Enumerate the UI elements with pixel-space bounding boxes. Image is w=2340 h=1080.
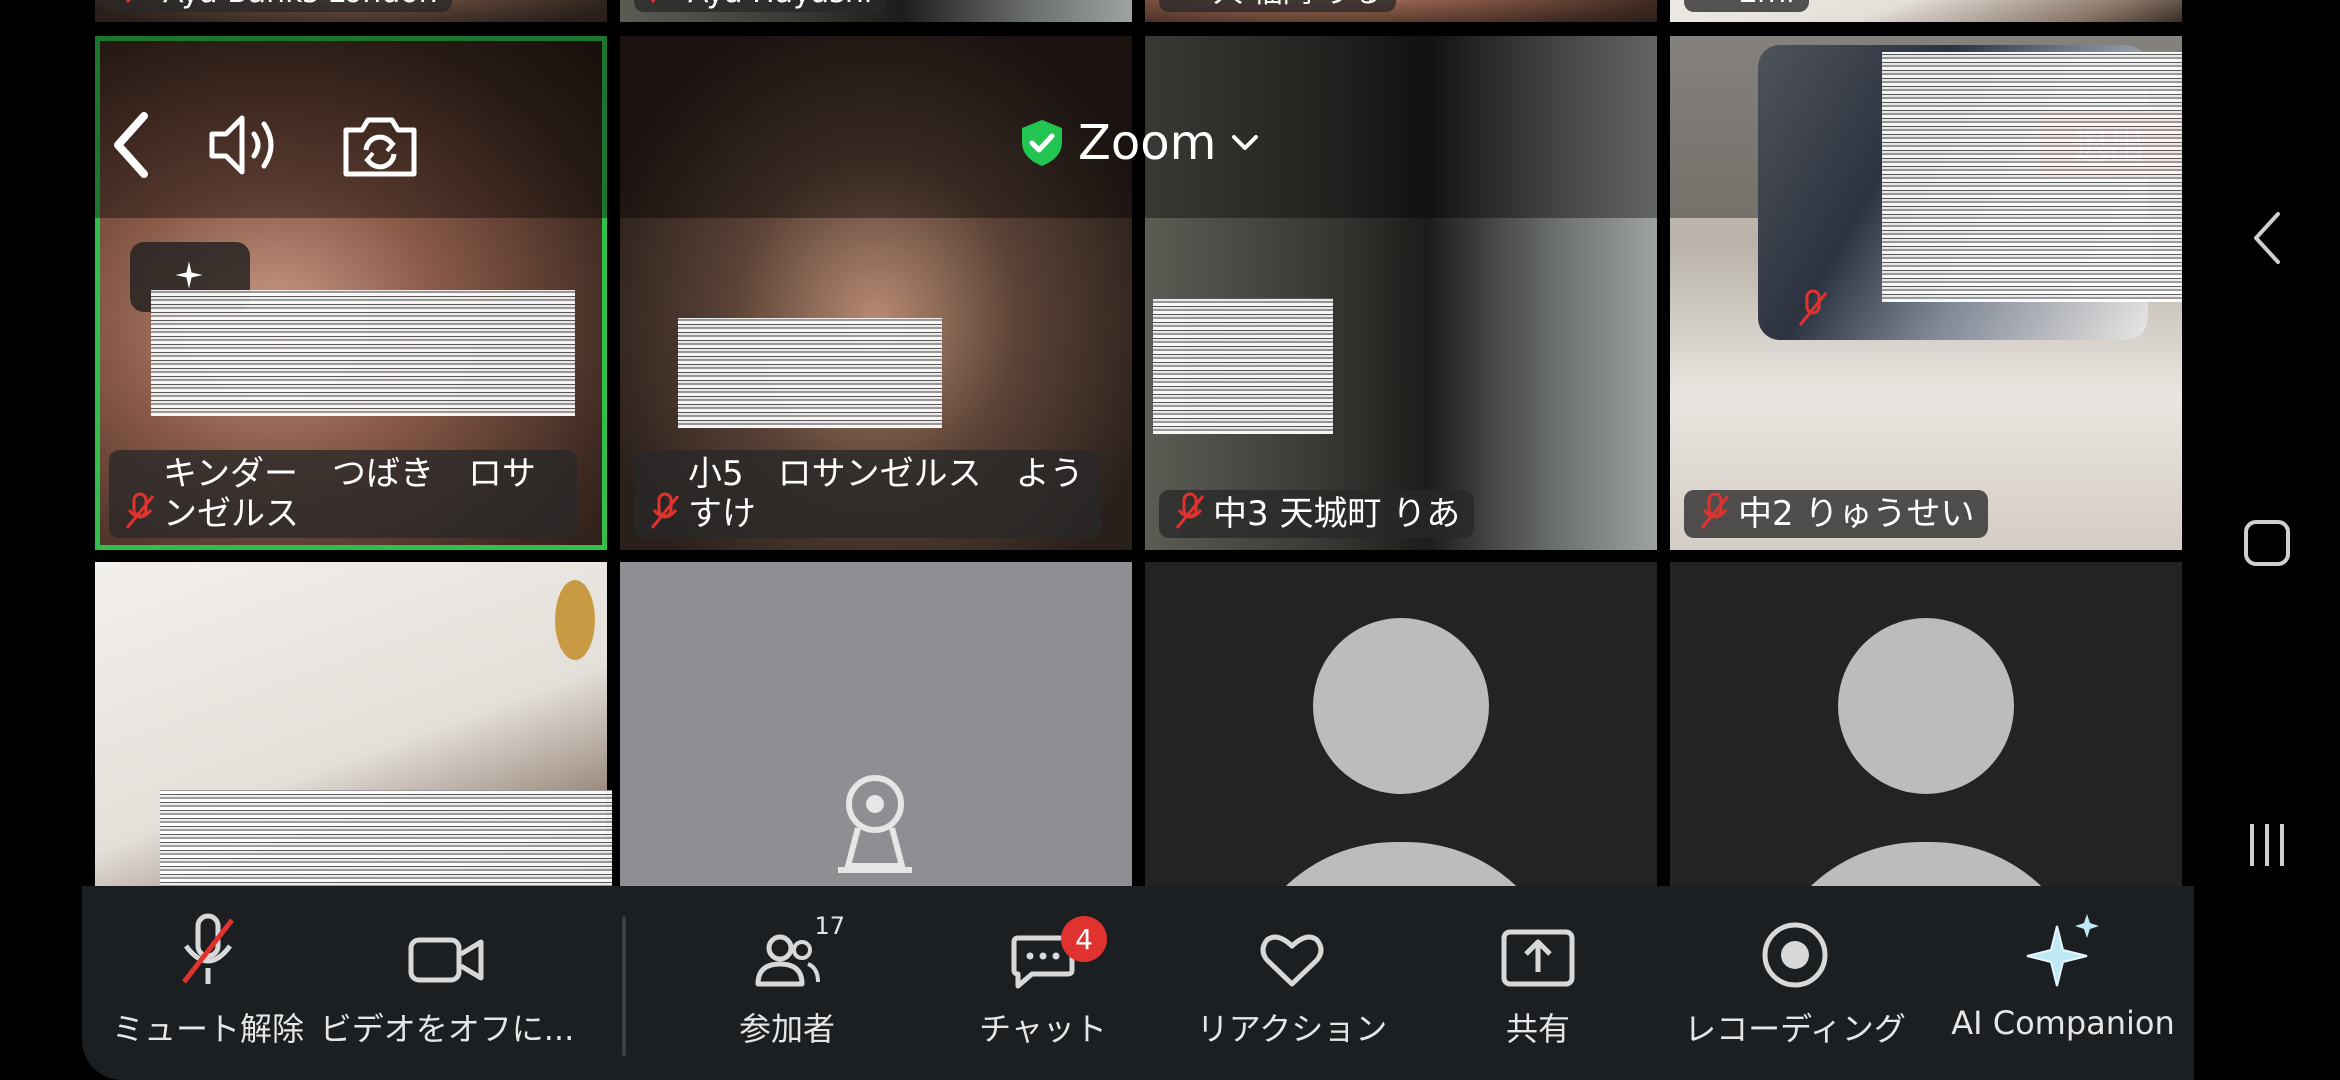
share-label: 共有 [1505,1010,1570,1048]
speaker-icon[interactable] [206,110,286,180]
nav-home-button[interactable] [2194,518,2340,568]
participant-name-label: 中3 天城町 りあ [1159,490,1475,538]
back-chevron-icon[interactable] [110,110,150,180]
mic-muted-icon [1175,492,1205,529]
unmute-label: ミュート解除 [112,1010,305,1048]
recents-icon [2250,824,2284,866]
record-icon [1762,922,1828,988]
toolbar-divider [622,916,626,1056]
mic-muted-icon [650,492,680,529]
mic-muted-icon [650,0,656,3]
switch-camera-icon[interactable] [340,112,420,182]
reactions-button[interactable]: リアクション [1192,886,1392,1080]
participants-button[interactable]: 17 参加者 [712,886,862,1080]
video-tile-camera-off[interactable] [620,562,1132,902]
mic-muted-icon [182,913,234,984]
recording-label: レコーディング [1684,1010,1906,1048]
share-screen-icon [1501,929,1575,987]
video-camera-icon [408,937,484,983]
chat-unread-badge: 4 [1061,916,1107,962]
chat-button[interactable]: 4 チャット [968,886,1118,1080]
name-label: Emi [1684,0,1809,12]
participant-name-label: 小5 ロサンゼルス ようすけ [634,450,1102,538]
avatar-head-icon [1313,618,1489,794]
redacted-region [1153,298,1333,434]
sparkle-icon [2026,914,2099,987]
participant-name-label: 中2 りゅうせい [1684,490,1989,538]
avatar-head-icon [1838,618,2014,794]
chat-label: チャット [979,1010,1107,1048]
meeting-title-text: Zoom [1078,115,1217,171]
chevron-down-icon [1232,135,1259,150]
participants-label: 参加者 [738,1010,835,1048]
zoom-meeting-window: Aya Banks London Aya Hayashi 人 福岡 りる Emi… [0,0,2194,1080]
video-tile-top-2[interactable]: Aya Hayashi [620,0,1132,22]
mic-muted-icon [1700,492,1730,529]
mic-muted-icon [1798,289,1828,326]
video-tile-top-4[interactable]: Emi [1670,0,2182,22]
participant-name-label: キンダー つばき ロサンゼルス [109,450,577,538]
participants-icon [755,934,820,987]
share-button[interactable]: 共有 [1478,886,1598,1080]
nav-recents-button[interactable] [2194,820,2340,870]
recording-button[interactable]: レコーディング [1684,886,1906,1080]
video-label: ビデオをオフに... [319,1010,575,1048]
name-label: 人 福岡 りる [1159,0,1397,12]
reactions-label: リアクション [1196,1010,1388,1048]
redacted-region [678,318,942,428]
participants-count: 17 [814,912,845,940]
video-tile-avatar-2[interactable] [1670,562,2182,902]
redacted-region [151,290,575,416]
nav-back-button[interactable] [2194,210,2340,266]
unmute-button[interactable]: ミュート解除 [112,886,304,1080]
android-nav-bar [2194,0,2340,1080]
wall-clock [555,580,595,660]
shield-check-icon [1022,120,1062,166]
meeting-title[interactable]: Zoom [1020,115,1260,171]
camera-icon [838,775,912,873]
heart-icon [1260,934,1324,987]
name-label: Aya Hayashi [634,0,887,12]
home-icon [2244,520,2290,566]
ai-companion-label: AI Companion [1951,1004,2175,1042]
meeting-toolbar: ミュート解除 ビデオをオフに... 17 参加者 4 チャット リアクション 共… [82,886,2194,1080]
back-icon [2254,212,2280,264]
video-tile-top-3[interactable]: 人 福岡 りる [1145,0,1657,22]
name-label: Aya Banks London [109,0,452,12]
video-tile-top-1[interactable]: Aya Banks London [95,0,607,22]
mic-muted-icon [125,0,131,3]
ai-companion-button[interactable]: AI Companion [1951,886,2175,1080]
redacted-region [1882,52,2182,302]
video-tile-avatar-1[interactable] [1145,562,1657,902]
mic-muted-icon [125,492,155,529]
stop-video-button[interactable]: ビデオをオフに... [320,886,574,1080]
